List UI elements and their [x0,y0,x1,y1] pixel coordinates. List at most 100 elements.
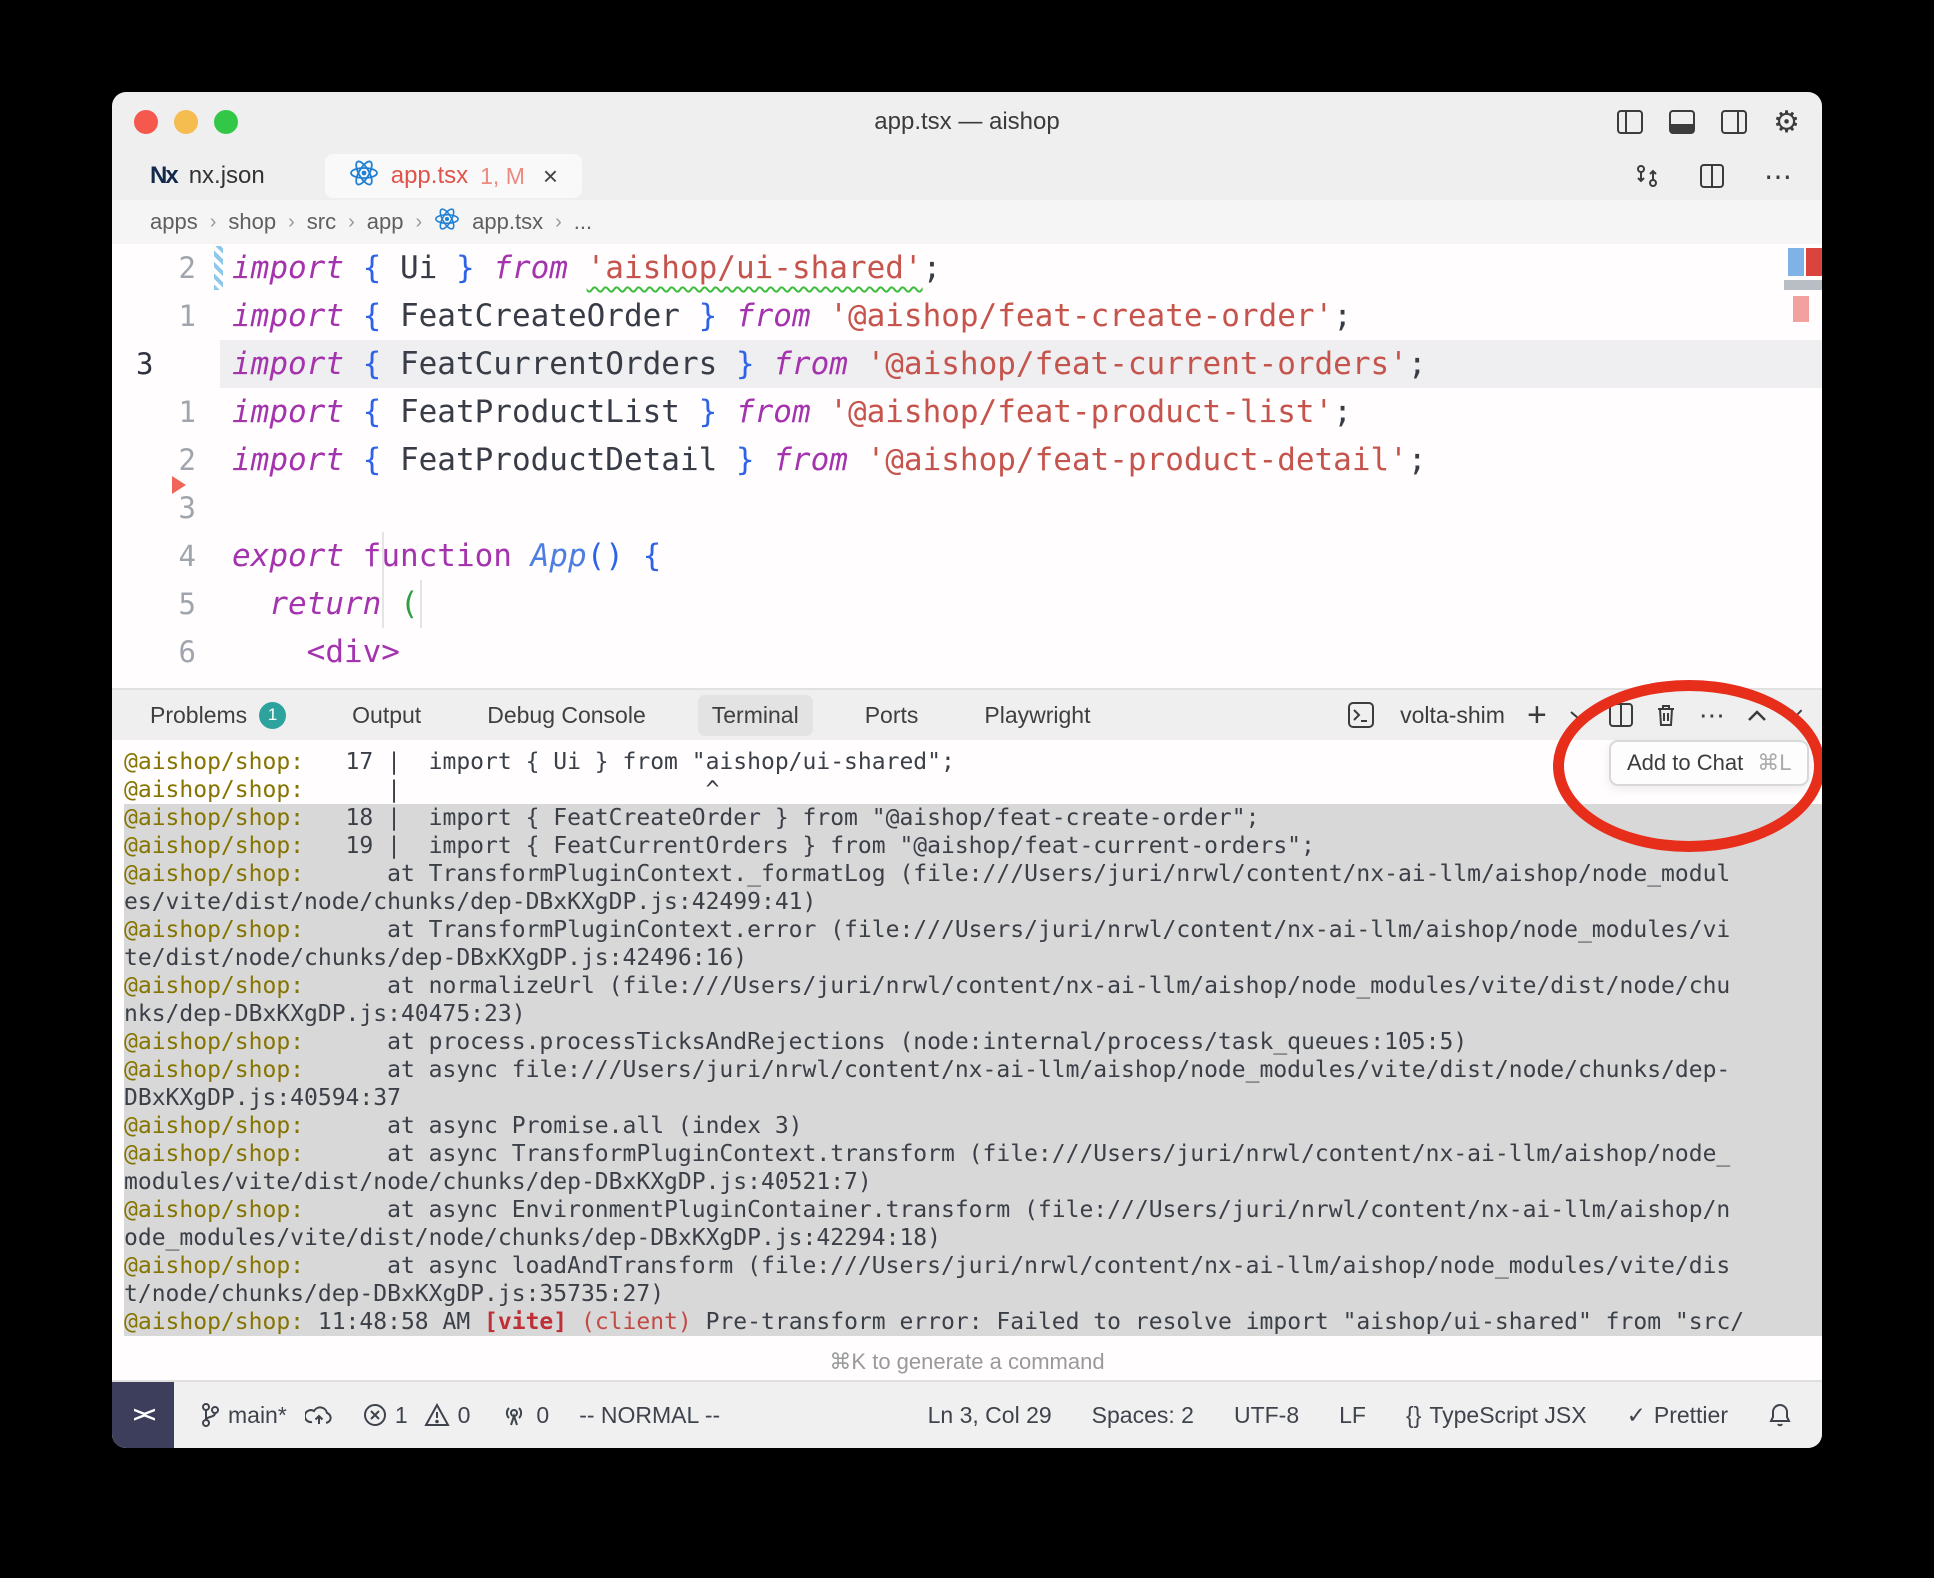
code-line: 6 <div> [112,628,1822,676]
tab-label: app.tsx [391,162,468,190]
panel-tab-problems[interactable]: Problems 1 [136,695,300,736]
panel-tab-debug-console[interactable]: Debug Console [473,695,660,736]
terminal-prompt-icon [1348,702,1374,728]
breadcrumb-item-apps[interactable]: apps [150,209,198,235]
terminal-project-prefix: @aishop/shop: [124,1253,304,1279]
notifications-bell-icon[interactable] [1768,1402,1792,1428]
encoding-item[interactable]: UTF-8 [1234,1402,1299,1429]
code-line: 3import { FeatCurrentOrders } from '@ais… [112,340,1822,388]
panel-tab-playwright[interactable]: Playwright [970,695,1104,736]
react-icon [349,159,379,194]
panel-tab-label: Playwright [984,702,1090,729]
terminal-line: ode_modules/vite/dist/node/chunks/dep-DB… [124,1224,1822,1252]
breadcrumb-separator: › [348,211,355,234]
terminal-project-prefix: @aishop/shop: [124,917,304,943]
breadcrumb-item-src[interactable]: src [307,209,336,235]
terminal-line: @aishop/shop: 11:48:58 AM [vite] (client… [124,1308,1822,1336]
kill-terminal-trash-icon[interactable] [1655,703,1677,727]
terminal-project-prefix: @aishop/shop: [124,749,304,775]
error-gutter-marker [172,476,186,494]
panel-header: Problems 1 Output Debug Console Terminal Port… [112,688,1822,740]
maximize-panel-chevron-icon[interactable] [1747,709,1767,722]
editor-tab-nx.json[interactable]: Nxnx.json [126,154,289,198]
code-editor[interactable]: 2import { Ui } from 'aishop/ui-shared';1… [112,244,1822,688]
panel-tab-output[interactable]: Output [338,695,435,736]
code-line: 2import { FeatProductDetail } from '@ais… [112,436,1822,484]
toggle-secondary-sidebar-icon[interactable] [1721,110,1747,134]
code-line: 5 return ( [112,580,1822,628]
formatter-item[interactable]: ✓ Prettier [1627,1402,1728,1429]
problems-count-badge: 1 [259,702,286,729]
breadcrumb-item-shop[interactable]: shop [228,209,276,235]
ports-status-item[interactable]: 0 [500,1402,549,1429]
tab-git-problem-badge: 1, M [480,163,525,190]
problems-status-item[interactable]: 1 0 [363,1402,471,1429]
panel-tab-terminal[interactable]: Terminal [698,695,813,736]
breadcrumb-item-...[interactable]: ... [574,209,592,235]
check-icon: ✓ [1627,1402,1646,1429]
code-line: 2import { Ui } from 'aishop/ui-shared'; [112,244,1822,292]
editor-tab-app.tsx[interactable]: app.tsx 1, M × [325,154,582,198]
line-number: 4 [112,532,220,580]
overview-ruler-mark-pink [1793,296,1809,322]
panel-tab-label: Ports [865,702,919,729]
code-line-text: import { FeatProductList } from '@aishop… [220,388,1822,436]
language-mode-item[interactable]: {} TypeScript JSX [1406,1402,1587,1429]
settings-gear-icon[interactable]: ⚙ [1773,105,1800,140]
git-modified-gutter-indicator [214,246,223,290]
line-number: 6 [112,628,220,676]
line-number: 3 [112,340,220,388]
window-title: app.tsx — aishop [112,108,1822,136]
new-terminal-icon[interactable]: + [1527,698,1547,732]
terminal-line: te/dist/node/chunks/dep-DBxKXgDP.js:4249… [124,944,1822,972]
terminal-line: DBxKXgDP.js:40594:37 [124,1084,1822,1112]
tab-bar-tabs: Nxnx.json app.tsx 1, M × [126,154,582,198]
line-number: 3 [112,484,220,532]
panel-more-actions-icon[interactable]: ⋯ [1699,702,1725,728]
publish-cloud-icon [305,1404,333,1426]
panel-tabs: Problems 1 Output Debug Console Terminal Port… [136,695,1104,736]
editor-more-actions-icon[interactable]: ⋯ [1764,160,1792,193]
breadcrumb-separator: › [288,211,295,234]
panel-tab-label: Problems [150,702,247,729]
overview-ruler-scrollbar[interactable] [1784,280,1822,290]
terminal-output[interactable]: @aishop/shop: 17 | import { Ui } from "a… [112,740,1822,1344]
vim-mode-indicator[interactable]: -- NORMAL -- [579,1402,720,1429]
terminal-line: @aishop/shop: at async file:///Users/jur… [124,1056,1822,1084]
terminal-line: @aishop/shop: at TransformPluginContext.… [124,860,1822,888]
panel-tab-ports[interactable]: Ports [851,695,933,736]
terminal-line: t/node/chunks/dep-DBxKXgDP.js:35735:27) [124,1280,1822,1308]
toggle-panel-icon[interactable] [1669,110,1695,134]
terminal-session-name[interactable]: volta-shim [1400,702,1505,729]
tab-label: nx.json [189,162,265,190]
split-terminal-icon[interactable] [1609,703,1633,727]
code-line-text: <div> [220,628,1822,676]
line-number: 2 [112,436,220,484]
warning-triangle-icon [424,1403,450,1427]
terminal-dropdown-chevron-icon[interactable] [1569,709,1587,721]
tab-bar: Nxnx.json app.tsx 1, M × ⋯ [112,152,1822,200]
close-tab-icon[interactable]: × [543,161,558,192]
close-panel-icon[interactable]: × [1789,702,1804,728]
remote-indicator[interactable]: >< [112,1382,174,1448]
eol-item[interactable]: LF [1339,1402,1366,1429]
terminal-line: @aishop/shop: 19 | import { FeatCurrentO… [124,832,1822,860]
breadcrumb-item-app[interactable]: app [367,209,404,235]
toggle-sidebar-icon[interactable] [1617,110,1643,134]
code-line: 3 [112,484,1822,532]
terminal-line: @aishop/shop: at TransformPluginContext.… [124,916,1822,944]
cursor-position-item[interactable]: Ln 3, Col 29 [928,1402,1052,1429]
terminal-project-prefix: @aishop/shop: [124,1197,304,1223]
indentation-item[interactable]: Spaces: 2 [1092,1402,1194,1429]
panel-tab-label: Debug Console [487,702,646,729]
add-to-chat-tooltip[interactable]: Add to Chat ⌘L [1609,740,1809,786]
git-branch-item[interactable]: main* [200,1402,333,1429]
terminal-project-prefix: @aishop/shop: [124,1113,304,1139]
code-lines: 2import { Ui } from 'aishop/ui-shared';1… [112,244,1822,676]
terminal-project-prefix: @aishop/shop: [124,1309,304,1335]
terminal-line: @aishop/shop: 18 | import { FeatCreateOr… [124,804,1822,832]
open-changes-icon[interactable] [1634,163,1660,189]
breadcrumb-item-app.tsx[interactable]: app.tsx [472,209,543,235]
split-editor-icon[interactable] [1700,164,1724,188]
add-to-chat-label: Add to Chat [1627,750,1743,776]
